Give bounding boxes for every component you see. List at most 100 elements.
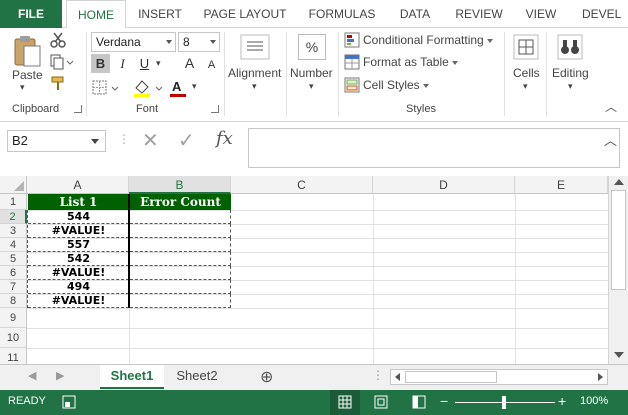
vertical-scrollbar[interactable] xyxy=(608,176,628,364)
tab-data[interactable]: DATA xyxy=(390,0,440,28)
row-header-7[interactable]: 7 xyxy=(0,280,27,294)
conditional-formatting-icon[interactable] xyxy=(344,32,360,51)
cells-icon[interactable] xyxy=(513,34,539,63)
scroll-down-icon[interactable] xyxy=(614,352,624,358)
bold-button[interactable]: B xyxy=(91,54,110,73)
format-as-table-icon[interactable] xyxy=(344,54,360,73)
column-header-d[interactable]: D xyxy=(373,176,515,194)
cell-b1[interactable]: Error Count xyxy=(130,194,231,210)
row-header-1[interactable]: 1 xyxy=(0,194,27,210)
next-sheet-icon[interactable]: ▶ xyxy=(56,369,64,382)
editing-button[interactable]: Editing xyxy=(552,66,589,80)
cell-a8[interactable]: #VALUE! xyxy=(28,294,129,308)
cell-b3[interactable] xyxy=(130,224,231,238)
scroll-up-icon[interactable] xyxy=(614,179,624,185)
page-break-view-icon[interactable] xyxy=(412,395,426,412)
page-layout-view-icon[interactable] xyxy=(374,395,388,412)
cell-b2[interactable] xyxy=(130,210,231,224)
cell-a2[interactable]: 544 xyxy=(28,210,129,224)
macro-record-icon[interactable] xyxy=(62,395,76,412)
alignment-button[interactable]: Alignment xyxy=(228,66,281,80)
cell-a6[interactable]: #VALUE! xyxy=(28,266,129,280)
sheet-tab-sheet2[interactable]: Sheet2 xyxy=(166,365,228,389)
horizontal-scroll-thumb[interactable] xyxy=(405,371,497,383)
underline-dropdown-icon[interactable]: ▾ xyxy=(156,58,161,69)
zoom-slider-handle[interactable] xyxy=(502,396,506,409)
cell-b6[interactable] xyxy=(130,266,231,280)
row-header-11[interactable]: 11 xyxy=(0,348,27,364)
font-color-dropdown-icon[interactable]: ▾ xyxy=(192,81,197,92)
copy-icon[interactable] xyxy=(50,54,74,73)
format-as-table-button[interactable]: Format as Table xyxy=(363,55,458,69)
cell-a3[interactable]: #VALUE! xyxy=(28,224,129,238)
tab-developer[interactable]: DEVEL xyxy=(574,0,628,28)
cut-icon[interactable] xyxy=(50,32,66,51)
editing-dropdown-icon[interactable]: ▾ xyxy=(568,81,573,92)
editing-binoculars-icon[interactable] xyxy=(557,34,583,63)
number-icon[interactable]: % xyxy=(298,34,326,60)
tab-split-grip-icon[interactable]: ⋮ xyxy=(372,368,384,382)
scroll-right-icon[interactable] xyxy=(598,373,603,381)
normal-view-icon[interactable] xyxy=(330,390,360,415)
expand-formula-bar-icon[interactable]: ︿ xyxy=(604,130,617,149)
sheet-tab-sheet1[interactable]: Sheet1 xyxy=(100,365,164,389)
cells-button[interactable]: Cells xyxy=(513,66,540,80)
tab-formulas[interactable]: FORMULAS xyxy=(302,0,382,28)
row-header-4[interactable]: 4 xyxy=(0,238,27,252)
cell-a1[interactable]: List 1 xyxy=(28,194,129,210)
cancel-icon[interactable]: ✕ xyxy=(142,128,159,153)
tab-insert[interactable]: INSERT xyxy=(130,0,190,28)
paste-button-label[interactable]: Paste xyxy=(12,68,43,82)
tab-file[interactable]: FILE xyxy=(0,0,62,28)
cells-dropdown-icon[interactable]: ▾ xyxy=(523,81,528,92)
column-header-b[interactable]: B xyxy=(129,176,231,194)
cell-b8[interactable] xyxy=(130,294,231,308)
cell-a4[interactable]: 557 xyxy=(28,238,129,252)
fill-color-icon[interactable] xyxy=(132,78,166,101)
font-size-select[interactable]: 8 xyxy=(178,32,220,52)
cell-styles-icon[interactable] xyxy=(344,77,360,96)
enter-icon[interactable]: ✓ xyxy=(178,128,195,153)
format-painter-icon[interactable] xyxy=(50,76,66,95)
tab-home[interactable]: HOME xyxy=(66,0,126,29)
row-header-6[interactable]: 6 xyxy=(0,266,27,280)
column-header-e[interactable]: E xyxy=(515,176,608,194)
font-launcher-icon[interactable] xyxy=(211,105,219,113)
zoom-out-button[interactable]: − xyxy=(440,393,448,409)
paste-icon[interactable] xyxy=(12,34,42,71)
cell-b4[interactable] xyxy=(130,238,231,252)
row-header-5[interactable]: 5 xyxy=(0,252,27,266)
cell-styles-button[interactable]: Cell Styles xyxy=(363,78,429,92)
scroll-thumb[interactable] xyxy=(611,190,626,290)
name-box[interactable]: B2 xyxy=(7,130,106,152)
row-header-2[interactable]: 2 xyxy=(0,210,27,224)
prev-sheet-icon[interactable]: ◀ xyxy=(28,369,36,382)
formula-input[interactable] xyxy=(248,128,620,168)
name-box-dropdown-icon[interactable] xyxy=(91,139,99,144)
row-header-9[interactable]: 9 xyxy=(0,308,27,328)
horizontal-scrollbar[interactable] xyxy=(390,369,608,385)
conditional-formatting-button[interactable]: Conditional Formatting xyxy=(363,33,493,47)
column-header-a[interactable]: A xyxy=(27,176,129,194)
alignment-icon[interactable] xyxy=(240,34,270,63)
tab-review[interactable]: REVIEW xyxy=(448,0,510,28)
cell-b5[interactable] xyxy=(130,252,231,266)
insert-function-button[interactable]: fx xyxy=(216,128,233,149)
paste-dropdown-icon[interactable]: ▾ xyxy=(20,82,25,93)
clipboard-launcher-icon[interactable] xyxy=(74,105,82,113)
cell-b7[interactable] xyxy=(130,280,231,294)
zoom-level[interactable]: 100% xyxy=(580,395,608,407)
borders-icon[interactable] xyxy=(92,80,120,99)
shrink-font-button[interactable]: A xyxy=(202,56,221,75)
cell-a7[interactable]: 494 xyxy=(28,280,129,294)
tab-view[interactable]: VIEW xyxy=(518,0,564,28)
italic-button[interactable]: I xyxy=(113,54,132,73)
number-dropdown-icon[interactable]: ▾ xyxy=(309,81,314,92)
collapse-ribbon-icon[interactable]: ︿ xyxy=(605,98,617,115)
row-header-8[interactable]: 8 xyxy=(0,294,27,308)
underline-button[interactable]: U xyxy=(135,54,154,73)
new-sheet-icon[interactable]: ⊕ xyxy=(260,367,273,387)
scroll-left-icon[interactable] xyxy=(395,373,400,381)
font-family-select[interactable]: Verdana xyxy=(91,32,176,52)
alignment-dropdown-icon[interactable]: ▾ xyxy=(252,81,257,92)
